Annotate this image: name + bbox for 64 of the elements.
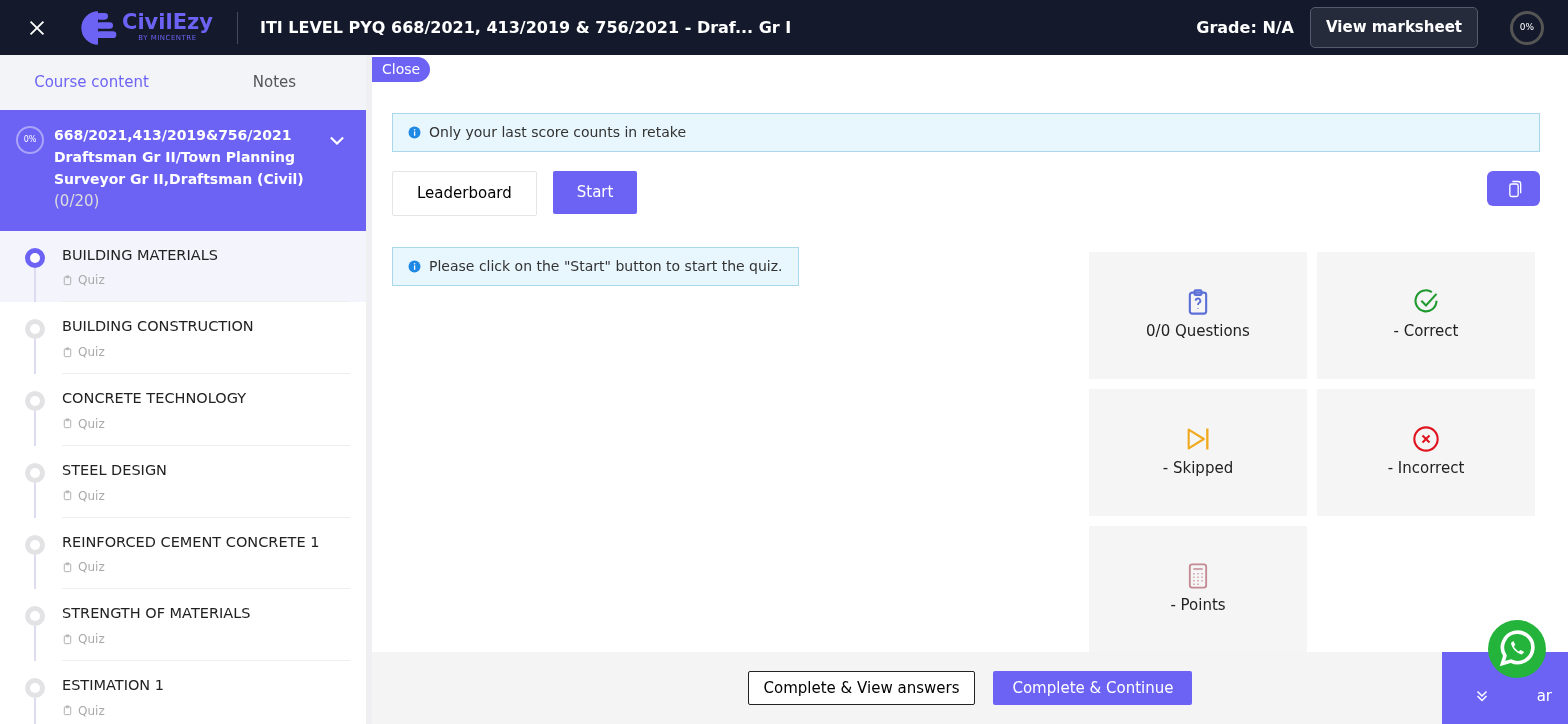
status-dot (25, 534, 45, 555)
info-icon (408, 259, 421, 273)
grade-text: Grade: N/A (1196, 16, 1294, 39)
stat-label: - Skipped (1162, 457, 1234, 479)
info-icon (408, 126, 421, 139)
lesson-item[interactable]: BUILDING CONSTRUCTION Quiz (0, 302, 366, 374)
lesson-title: STRENGTH OF MATERIALS (62, 604, 252, 624)
start-button[interactable]: Start (552, 171, 638, 214)
lesson-type: Quiz (78, 344, 105, 361)
lesson-item[interactable]: BUILDING MATERIALS Quiz (0, 230, 366, 303)
hide-bar-button[interactable]: ar (1472, 684, 1552, 708)
clipboard-icon (62, 346, 73, 358)
progress-ring: 0% (16, 126, 44, 154)
sidebar-tab[interactable]: Notes (183, 55, 366, 110)
status-dot (25, 462, 45, 483)
lesson-type: Quiz (78, 559, 105, 577)
view-marksheet-button[interactable]: View marksheet (1310, 7, 1478, 48)
lesson-item[interactable]: REINFORCED CEMENT CONCRETE 1 Quiz (0, 517, 366, 590)
close-tab[interactable]: Close (372, 57, 431, 82)
lesson-title: CONCRETE TECHNOLOGY (62, 389, 248, 408)
clipboard-icon (62, 418, 73, 430)
lesson-type: Quiz (78, 272, 105, 290)
notice-text: Only your last score counts in retake (429, 123, 687, 142)
copy-button[interactable] (1487, 171, 1540, 206)
clipboard-icon (62, 705, 73, 717)
leaderboard-button[interactable]: Leaderboard (392, 171, 537, 216)
lesson-title: BUILDING CONSTRUCTION (62, 317, 255, 337)
complete-continue-button[interactable]: Complete & Continue (993, 670, 1193, 706)
stat-label: 0/0 Questions (1146, 320, 1250, 342)
status-dot (25, 247, 45, 268)
lesson-title: STEEL DESIGN (62, 460, 168, 480)
stat-label: - Points (1170, 594, 1226, 616)
lesson-item[interactable]: STRENGTH OF MATERIALS Quiz (0, 589, 366, 661)
complete-view-answers-button[interactable]: Complete & View answers (747, 670, 976, 706)
lesson-item[interactable]: CONCRETE TECHNOLOGY Quiz (0, 374, 366, 446)
lesson-type: Quiz (78, 631, 105, 648)
status-dot (25, 678, 45, 698)
lesson-type: Quiz (78, 487, 105, 505)
lesson-type: Quiz (78, 415, 105, 433)
lesson-item[interactable]: STEEL DESIGN Quiz (0, 445, 366, 518)
status-dot (25, 319, 45, 340)
lesson-title: BUILDING MATERIALS (62, 245, 219, 265)
section-count: (0/20) (54, 191, 101, 212)
lesson-type: Quiz (78, 702, 105, 720)
section-title: 668/2021,413/2019&756/2021 Draftsman Gr II/Town Planning Surveyor Gr II,Draftsman (Civil) (54, 126, 305, 189)
clipboard-icon (62, 561, 73, 573)
notice-text: Please click on the "Start" button to start the quiz. (429, 256, 783, 276)
lesson-title: REINFORCED CEMENT CONCRETE 1 (62, 532, 321, 552)
stat-label: - Incorrect (1387, 457, 1465, 479)
status-dot (25, 391, 45, 411)
x-circle-icon (1412, 424, 1440, 453)
chat-icon[interactable] (1488, 620, 1546, 678)
lesson-item[interactable]: ESTIMATION 1 Quiz (0, 661, 366, 724)
clipboard-icon (62, 633, 73, 645)
progress-ring: 0% (1510, 10, 1544, 45)
status-dot (25, 606, 45, 627)
lesson-title: ESTIMATION 1 (62, 676, 166, 695)
clipboard-icon (62, 274, 73, 286)
clipboard-icon (62, 490, 73, 501)
sidebar-tab[interactable]: Course content (0, 55, 183, 110)
course-title: ITI LEVEL PYQ 668/2021, 413/2019 & 756/2021 - Draf... Gr I (259, 16, 792, 39)
stat-label: - Correct (1393, 320, 1459, 342)
section-header[interactable]: 0% 668/2021,413/2019&756/2021 Draftsman Gr II/Town Planning Surveyor Gr II,Draftsman (Civil) (0/20) (0, 110, 366, 231)
logo-text: CivilEzy (122, 11, 213, 33)
